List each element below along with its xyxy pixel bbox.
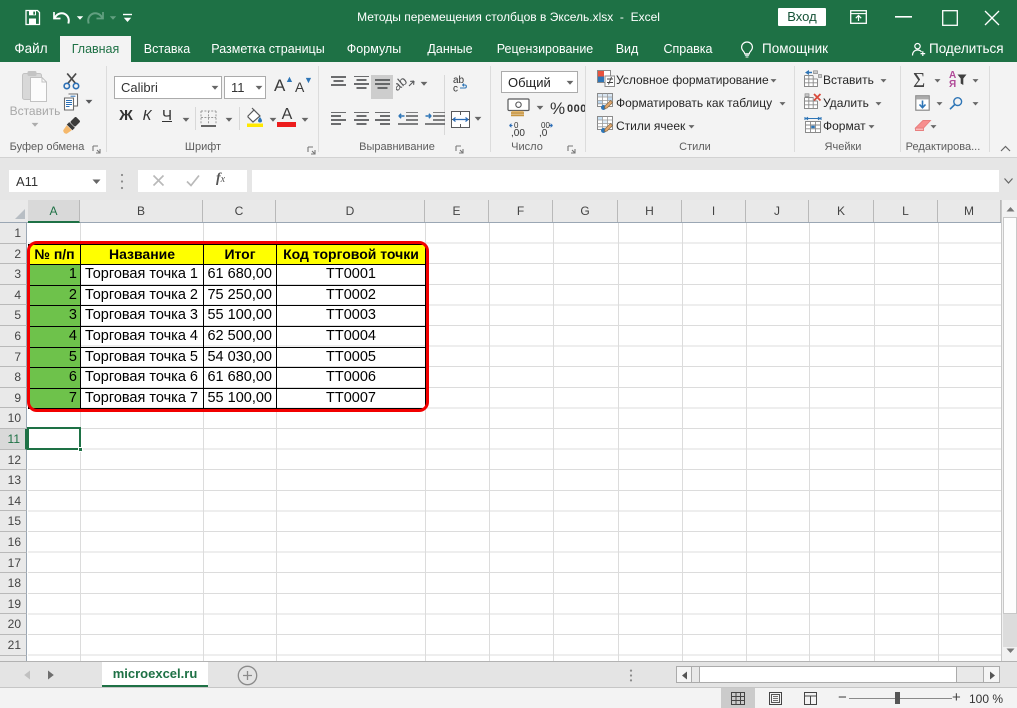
svg-text:0: 0 xyxy=(514,121,519,130)
svg-text:ab: ab xyxy=(396,74,410,92)
svg-text:c: c xyxy=(453,84,458,93)
svg-text:00: 00 xyxy=(541,121,550,130)
